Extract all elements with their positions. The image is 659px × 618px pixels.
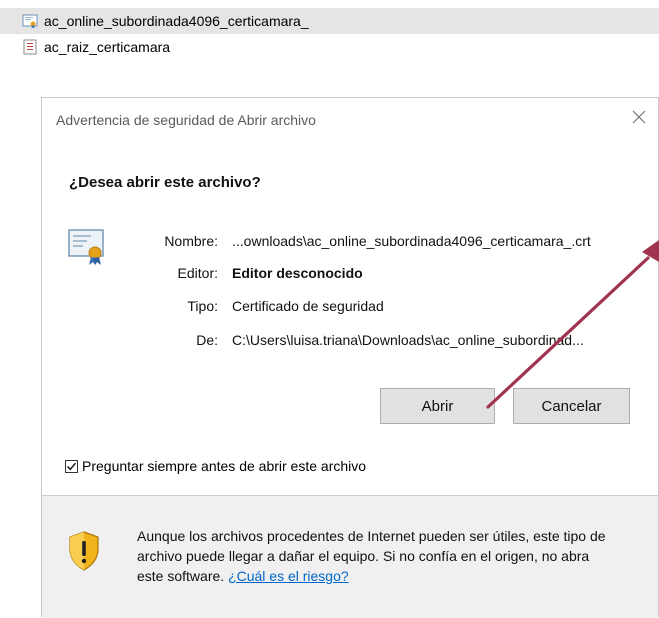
warning-message: Aunque los archivos procedentes de Inter… — [137, 528, 606, 584]
security-warning-dialog: Advertencia de seguridad de Abrir archiv… — [41, 97, 659, 618]
field-label-tipo: Tipo: — [187, 298, 218, 314]
field-value-de: C:\Users\luisa.triana\Downloads\ac_onlin… — [232, 332, 584, 348]
file-row-raiz[interactable]: ac_raiz_certicamara — [0, 34, 659, 60]
field-value-nombre: ...ownloads\ac_online_subordinada4096_ce… — [232, 233, 591, 249]
dialog-question: ¿Desea abrir este archivo? — [69, 174, 261, 191]
always-ask-checkbox-row[interactable]: Preguntar siempre antes de abrir este ar… — [65, 458, 366, 474]
always-ask-checkbox[interactable] — [65, 459, 78, 473]
field-label-nombre: Nombre: — [164, 233, 218, 249]
certificate-icon — [68, 226, 108, 266]
checkmark-icon — [67, 462, 77, 470]
document-file-icon — [22, 39, 38, 55]
certificate-file-icon — [22, 13, 38, 29]
open-button[interactable]: Abrir — [380, 388, 495, 424]
file-name: ac_raiz_certicamara — [44, 39, 171, 55]
shield-warning-icon — [68, 531, 100, 571]
always-ask-label: Preguntar siempre antes de abrir este ar… — [82, 458, 367, 474]
field-value-tipo: Certificado de seguridad — [232, 298, 384, 314]
cancel-button[interactable]: Cancelar — [513, 388, 630, 424]
risk-link[interactable]: ¿Cuál es el riesgo? — [228, 568, 349, 584]
dialog-title: Advertencia de seguridad de Abrir archiv… — [56, 112, 316, 128]
title-bar: Advertencia de seguridad de Abrir archiv… — [42, 98, 658, 142]
file-name: ac_online_subordinada4096_certicamara_ — [44, 13, 309, 29]
file-row-online-subordinada[interactable]: ac_online_subordinada4096_certicamara_ — [0, 8, 659, 34]
field-label-editor: Editor: — [177, 265, 218, 281]
close-icon[interactable] — [628, 106, 650, 128]
field-value-editor: Editor desconocido — [232, 265, 363, 281]
warning-text: Aunque los archivos procedentes de Inter… — [137, 526, 617, 586]
warning-footer: Aunque los archivos procedentes de Inter… — [42, 496, 658, 618]
field-label-de: De: — [196, 332, 218, 348]
